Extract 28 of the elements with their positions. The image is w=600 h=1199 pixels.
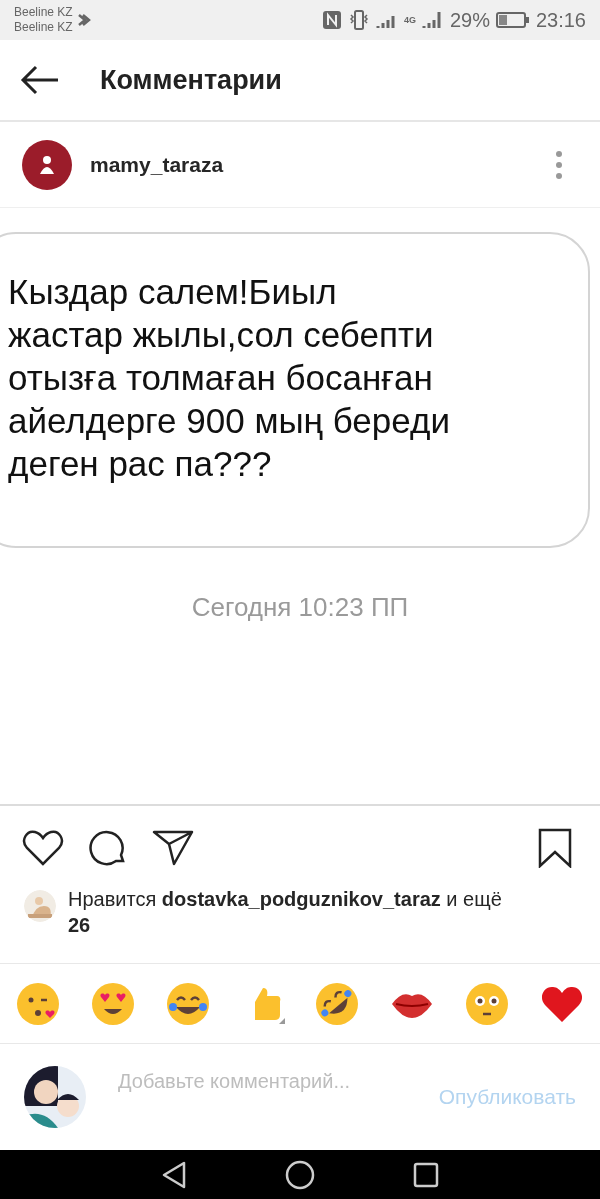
- clock: 23:16: [535, 8, 586, 32]
- send-icon[interactable]: [152, 829, 194, 867]
- battery-icon: [495, 11, 530, 29]
- profile-avatar[interactable]: [22, 139, 72, 190]
- signal-icon: [76, 12, 93, 28]
- back-arrow-icon[interactable]: [20, 65, 60, 95]
- network-type: 4G: [403, 15, 416, 25]
- message-time: Сегодня 10:23 ПП: [191, 592, 409, 623]
- carrier-name: Beeline KZ: [14, 5, 73, 20]
- signal-bars-icon: [421, 10, 444, 30]
- bookmark-icon[interactable]: [538, 828, 572, 868]
- message-text: отызға толмаған босанған: [8, 357, 434, 399]
- likes-summary: Нравится dostavka_podguznikov_taraz и ещё 26: [68, 887, 503, 938]
- message-text: деген рас па???: [8, 443, 273, 485]
- carrier-name: Beeline KZ: [14, 20, 73, 35]
- battery-percent: 29%: [449, 8, 490, 32]
- page-title: Комментарии: [100, 64, 282, 96]
- vibrate-icon: [347, 10, 370, 30]
- username[interactable]: mamy_taraza: [90, 152, 224, 177]
- message-text: айелдерге 900 мың береди: [8, 400, 451, 442]
- message-text: жастар жылы,сол себепти: [8, 314, 435, 356]
- nfc-icon: [321, 10, 342, 30]
- home-icon[interactable]: [285, 1159, 315, 1190]
- recents-icon[interactable]: [413, 1161, 439, 1188]
- more-options-icon[interactable]: [554, 149, 564, 180]
- back-icon[interactable]: [161, 1160, 187, 1189]
- heart-icon[interactable]: [22, 829, 64, 867]
- message-text: Кыздар салем!Биыл: [8, 271, 338, 313]
